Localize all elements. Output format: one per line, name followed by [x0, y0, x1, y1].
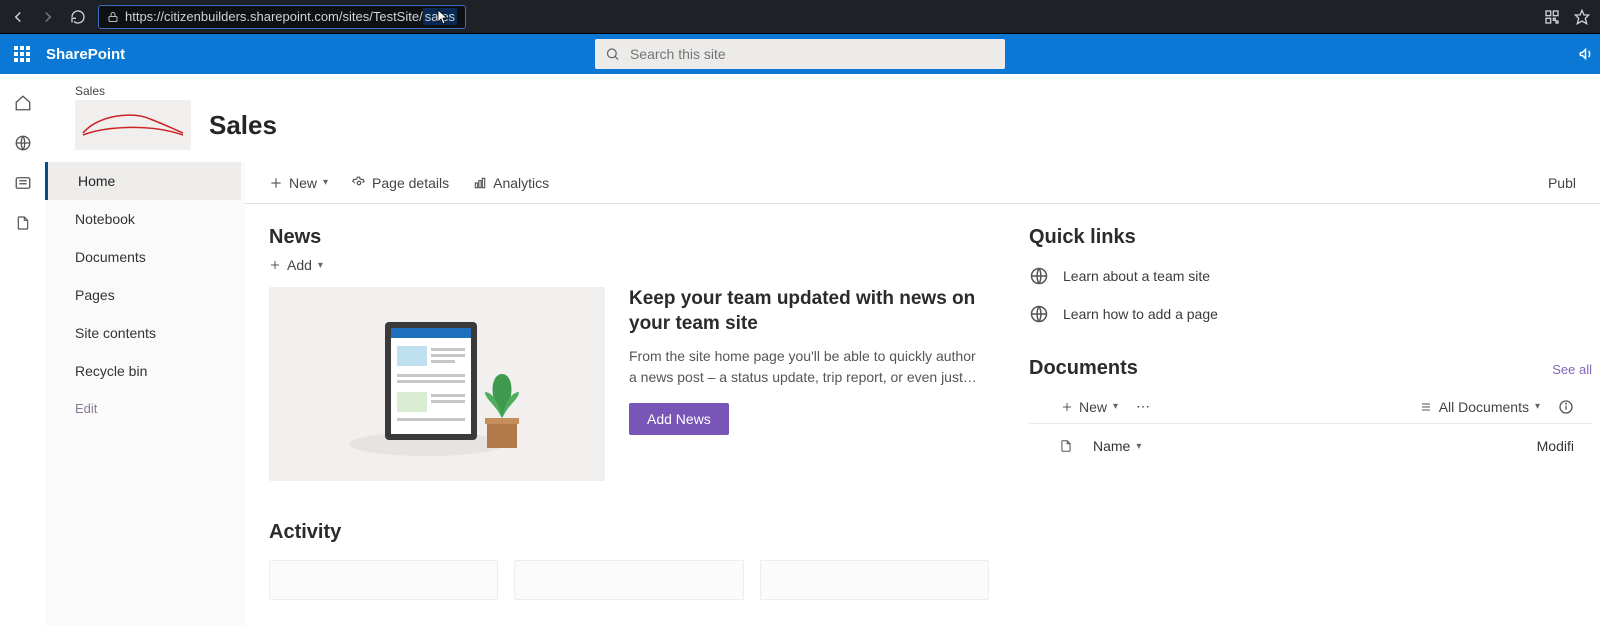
activity-card[interactable] [269, 560, 498, 600]
forward-icon[interactable] [38, 7, 58, 27]
rail-globe-icon[interactable] [14, 134, 32, 152]
site-header: Sales Sales [45, 74, 1600, 162]
app-launcher-icon[interactable] [14, 46, 30, 62]
documents-new-label: New [1079, 399, 1107, 415]
quick-link-add-page[interactable]: Learn how to add a page [1029, 295, 1592, 333]
site-title: Sales [209, 110, 277, 141]
cmd-publish[interactable]: Publ [1548, 175, 1576, 191]
qr-icon[interactable] [1542, 7, 1562, 27]
globe-icon [1029, 304, 1049, 324]
left-nav: Home Notebook Documents Pages Site conte… [45, 162, 245, 626]
plus-icon [269, 259, 281, 271]
news-illustration [269, 287, 605, 481]
nav-documents[interactable]: Documents [45, 238, 241, 276]
megaphone-icon[interactable] [1578, 45, 1596, 63]
lock-icon [107, 11, 119, 23]
add-news-button[interactable]: Add News [629, 403, 729, 435]
rail-files-icon[interactable] [15, 214, 31, 232]
chevron-down-icon: ▾ [1136, 441, 1141, 452]
cmd-analytics[interactable]: Analytics [473, 175, 549, 191]
quick-link-learn-team-site[interactable]: Learn about a team site [1029, 257, 1592, 295]
nav-notebook[interactable]: Notebook [45, 200, 241, 238]
activity-card[interactable] [760, 560, 989, 600]
command-bar: New ▾ Page details Analytics Publ [245, 162, 1600, 204]
address-bar[interactable]: https://citizenbuilders.sharepoint.com/s… [98, 5, 466, 29]
column-modified[interactable]: Modifi [1537, 438, 1574, 454]
url-text: https://citizenbuilders.sharepoint.com/s… [125, 9, 457, 24]
news-add-label: Add [287, 257, 312, 273]
documents-columns: Name ▾ Modifi [1029, 424, 1592, 454]
nav-pages[interactable]: Pages [45, 276, 241, 314]
star-icon[interactable] [1572, 7, 1592, 27]
file-icon [1059, 438, 1073, 454]
cmd-page-details-label: Page details [372, 175, 449, 191]
sharepoint-header: SharePoint [0, 34, 1600, 74]
rail-news-icon[interactable] [14, 174, 32, 192]
nav-site-contents[interactable]: Site contents [45, 314, 241, 352]
cmd-page-details[interactable]: Page details [352, 175, 449, 191]
documents-more[interactable]: ⋯ [1136, 398, 1150, 415]
cmd-new-label: New [289, 175, 317, 191]
quick-link-label: Learn about a team site [1063, 268, 1210, 284]
documents-new[interactable]: New ▾ [1061, 399, 1118, 415]
documents-view[interactable]: All Documents ▾ [1419, 399, 1540, 415]
search-icon [605, 46, 620, 62]
activity-cards [269, 560, 989, 600]
documents-see-all[interactable]: See all [1552, 362, 1592, 377]
documents-info-icon[interactable] [1558, 399, 1574, 415]
cursor-icon [437, 9, 449, 25]
sharepoint-brand[interactable]: SharePoint [46, 46, 125, 63]
nav-home[interactable]: Home [45, 162, 241, 200]
app-rail [0, 74, 45, 626]
column-name-label: Name [1093, 438, 1130, 454]
documents-command-bar: New ▾ ⋯ All Documents ▾ [1029, 390, 1592, 424]
news-body: From the site home page you'll be able t… [629, 346, 979, 387]
chevron-down-icon: ▾ [1535, 401, 1540, 412]
breadcrumb[interactable]: Sales [75, 84, 1570, 98]
site-logo[interactable] [75, 100, 191, 150]
news-headline: Keep your team updated with news on your… [629, 287, 979, 336]
documents-view-label: All Documents [1439, 399, 1529, 415]
chevron-down-icon: ▾ [323, 177, 328, 188]
chart-icon [473, 176, 487, 190]
chevron-down-icon: ▾ [318, 260, 323, 271]
nav-recycle-bin[interactable]: Recycle bin [45, 352, 241, 390]
cmd-analytics-label: Analytics [493, 175, 549, 191]
documents-title: Documents [1029, 357, 1138, 380]
activity-title: Activity [269, 521, 989, 544]
back-icon[interactable] [8, 7, 28, 27]
plus-icon [269, 176, 283, 190]
reload-icon[interactable] [68, 7, 88, 27]
activity-card[interactable] [514, 560, 743, 600]
nav-edit[interactable]: Edit [45, 390, 241, 427]
list-icon [1419, 401, 1433, 413]
car-logo-icon [78, 105, 188, 145]
browser-chrome: https://citizenbuilders.sharepoint.com/s… [0, 0, 1600, 34]
news-add-button[interactable]: Add ▾ [269, 257, 989, 273]
quick-links-title: Quick links [1029, 226, 1592, 249]
cmd-publish-label: Publ [1548, 175, 1576, 191]
quick-link-label: Learn how to add a page [1063, 306, 1218, 322]
cmd-new[interactable]: New ▾ [269, 175, 328, 191]
search-input[interactable] [630, 46, 995, 62]
rail-home-icon[interactable] [14, 94, 32, 112]
chevron-down-icon: ▾ [1113, 401, 1118, 412]
news-title: News [269, 226, 989, 249]
globe-icon [1029, 266, 1049, 286]
search-box[interactable] [595, 39, 1005, 69]
plus-icon [1061, 401, 1073, 413]
column-name[interactable]: Name ▾ [1093, 438, 1141, 454]
gear-icon [352, 176, 366, 190]
